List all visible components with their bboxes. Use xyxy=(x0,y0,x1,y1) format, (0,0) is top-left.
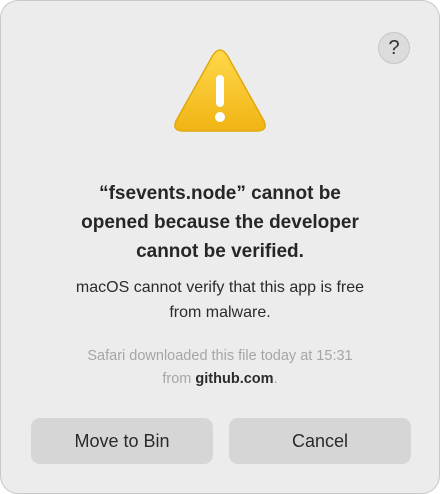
move-to-bin-button[interactable]: Move to Bin xyxy=(31,418,213,464)
question-mark-icon: ? xyxy=(388,36,400,59)
message-line: macOS cannot verify that this app is fre… xyxy=(75,279,365,296)
help-button[interactable]: ? xyxy=(378,32,410,64)
title-line: “fsevents.node” cannot be xyxy=(99,183,341,204)
download-source-info: Safari downloaded this file today at 15:… xyxy=(21,345,419,391)
warning-triangle-icon xyxy=(174,49,266,132)
source-line: from github.com. xyxy=(21,368,419,391)
alert-dialog: ? “fsevents.node” cannot be opened becau… xyxy=(0,0,440,494)
dialog-message: macOS cannot verify that this app is fre… xyxy=(21,275,419,325)
cancel-button[interactable]: Cancel xyxy=(229,418,411,464)
source-site: github.com xyxy=(195,371,274,387)
source-line: Safari downloaded this file today at 15:… xyxy=(87,348,353,364)
message-line: from malware. xyxy=(169,304,271,321)
source-suffix: . xyxy=(273,371,278,387)
source-prefix: from xyxy=(162,371,192,387)
title-line: opened because the developer xyxy=(81,212,359,233)
title-line: cannot be verified. xyxy=(136,241,304,262)
dialog-title: “fsevents.node” cannot be opened because… xyxy=(21,179,419,266)
